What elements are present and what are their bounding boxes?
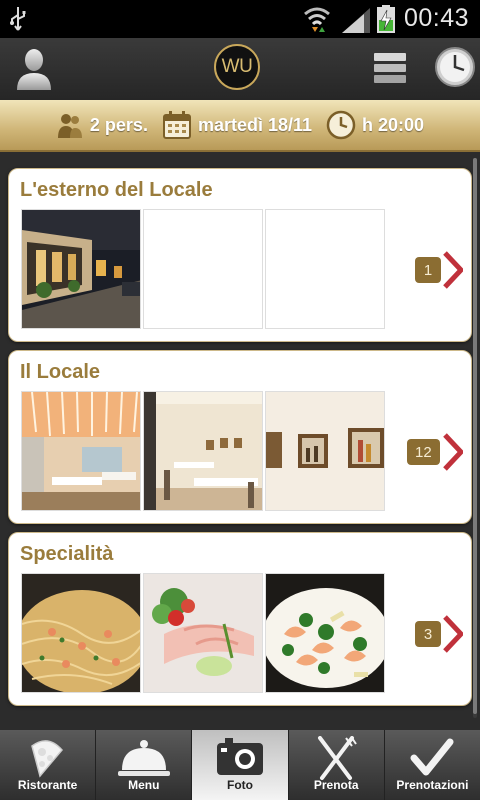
scrollbar-thumb[interactable] — [473, 158, 477, 714]
photo-count-badge: 1 — [415, 257, 441, 283]
tab-label: Menu — [128, 778, 160, 792]
wifi-icon — [304, 7, 330, 32]
pizza-slice-icon — [30, 740, 63, 778]
photo-thumbnail[interactable] — [21, 391, 141, 511]
cutlery-icon — [318, 736, 358, 780]
thumbnail-row — [21, 209, 385, 329]
tab-label: Foto — [227, 778, 253, 792]
empty-thumbnail — [265, 209, 385, 329]
gallery-title: Il Locale — [20, 361, 101, 383]
booking-time: h 20:00 — [326, 110, 424, 140]
thumbnail-row — [21, 391, 385, 511]
photo-thumbnail[interactable] — [265, 573, 385, 693]
cloche-icon — [117, 740, 170, 776]
booking-summary-bar[interactable]: 2 pers. martedì 18/11 h 20:00 — [0, 100, 480, 152]
booking-people: 2 pers. — [56, 111, 148, 139]
usb-icon — [10, 7, 26, 31]
gallery-card-specialties[interactable]: Specialità 3 — [8, 532, 472, 706]
gallery-card-exterior[interactable]: L'esterno del Locale 1 — [8, 168, 472, 342]
calendar-icon — [162, 111, 191, 139]
tab-prenotazioni[interactable]: Prenotazioni — [385, 730, 480, 800]
bottom-tab-bar: Ristorante Menu Foto Prenota Prenotazion… — [0, 730, 480, 800]
photo-thumbnail[interactable] — [143, 573, 263, 693]
list-menu-icon[interactable] — [372, 50, 408, 86]
restaurant-logo: WU — [214, 44, 260, 90]
clock-history-icon[interactable] — [434, 46, 476, 88]
battery-charging-icon — [377, 5, 395, 33]
status-clock: 00:43 — [404, 4, 470, 32]
tab-label: Prenotazioni — [396, 778, 469, 792]
signal-strength-icon — [342, 8, 370, 33]
clock-icon — [326, 110, 356, 140]
tab-prenota[interactable]: Prenota — [289, 730, 385, 800]
camera-icon — [217, 738, 263, 775]
chevron-right-icon[interactable] — [443, 433, 463, 471]
people-icon — [57, 114, 82, 138]
photo-gallery-list[interactable]: L'esterno del Locale 1 Il Locale 12 Spec… — [0, 152, 480, 730]
photo-thumbnail[interactable] — [265, 391, 385, 511]
photo-thumbnail[interactable] — [21, 573, 141, 693]
booking-date: martedì 18/11 — [162, 110, 312, 140]
thumbnail-row — [21, 573, 385, 693]
photo-thumbnail[interactable] — [143, 391, 263, 511]
booking-people-text: 2 pers. — [89, 114, 148, 135]
tab-foto[interactable]: Foto — [192, 730, 289, 800]
empty-thumbnail — [143, 209, 263, 329]
status-bar: 00:43 — [0, 0, 480, 38]
chevron-right-icon[interactable] — [443, 615, 463, 653]
checkmark-icon — [410, 738, 454, 776]
gallery-title: L'esterno del Locale — [20, 179, 213, 201]
gallery-title: Specialità — [20, 543, 114, 565]
photo-count-badge: 3 — [415, 621, 441, 647]
app-header: WU — [0, 38, 480, 100]
photo-thumbnail[interactable] — [21, 209, 141, 329]
app-screen: 00:43 WU 2 pers. martedì 18/11 h 20:00 L… — [0, 0, 480, 800]
gallery-card-interior[interactable]: Il Locale 12 — [8, 350, 472, 524]
booking-time-text: h 20:00 — [362, 114, 425, 135]
tab-menu[interactable]: Menu — [96, 730, 193, 800]
chevron-right-icon[interactable] — [443, 251, 463, 289]
user-profile-icon[interactable] — [14, 46, 54, 92]
scrollbar[interactable] — [473, 158, 477, 718]
booking-date-text: martedì 18/11 — [197, 114, 313, 135]
photo-count-badge: 12 — [407, 439, 440, 465]
tab-ristorante[interactable]: Ristorante — [0, 730, 97, 800]
tab-label: Ristorante — [17, 778, 78, 792]
